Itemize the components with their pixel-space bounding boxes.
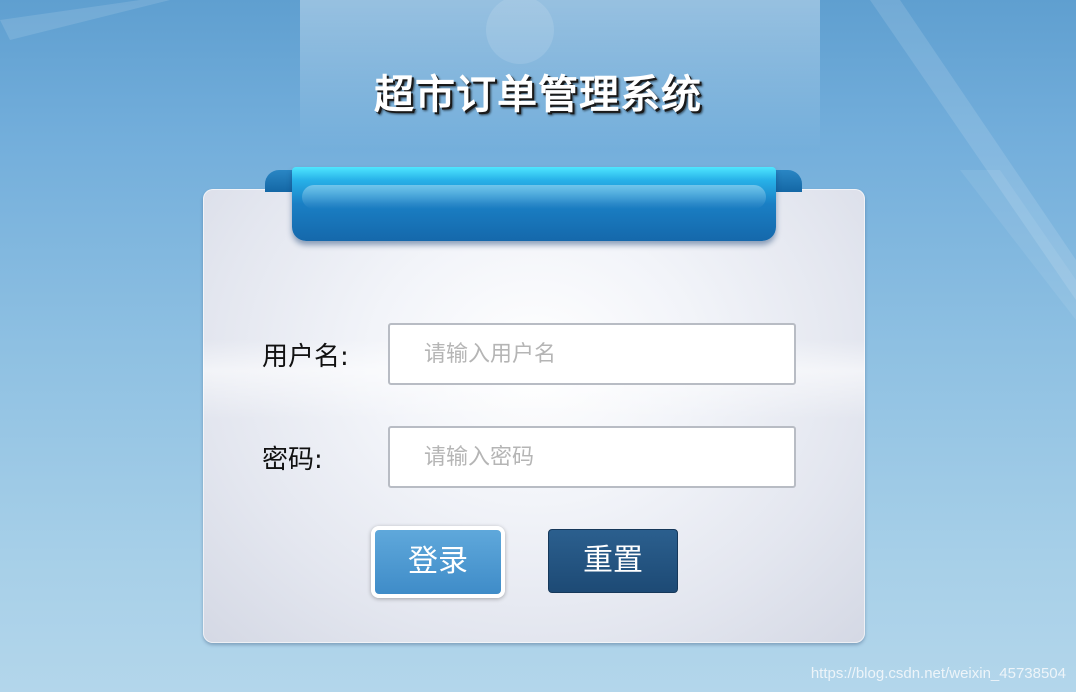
username-row: 用户名: (262, 323, 802, 385)
page-title: 超市订单管理系统 (374, 72, 702, 118)
password-row: 密码: (262, 426, 802, 488)
header-ribbon (292, 167, 776, 241)
username-label: 用户名: (262, 342, 349, 372)
password-input[interactable] (388, 426, 796, 488)
password-label: 密码: (262, 445, 323, 475)
reset-button[interactable]: 重置 (548, 529, 678, 593)
username-input[interactable] (388, 323, 796, 385)
login-panel (203, 189, 865, 643)
login-button[interactable]: 登录 (371, 526, 505, 598)
watermark-text: https://blog.csdn.net/weixin_45738504 (810, 665, 1066, 682)
